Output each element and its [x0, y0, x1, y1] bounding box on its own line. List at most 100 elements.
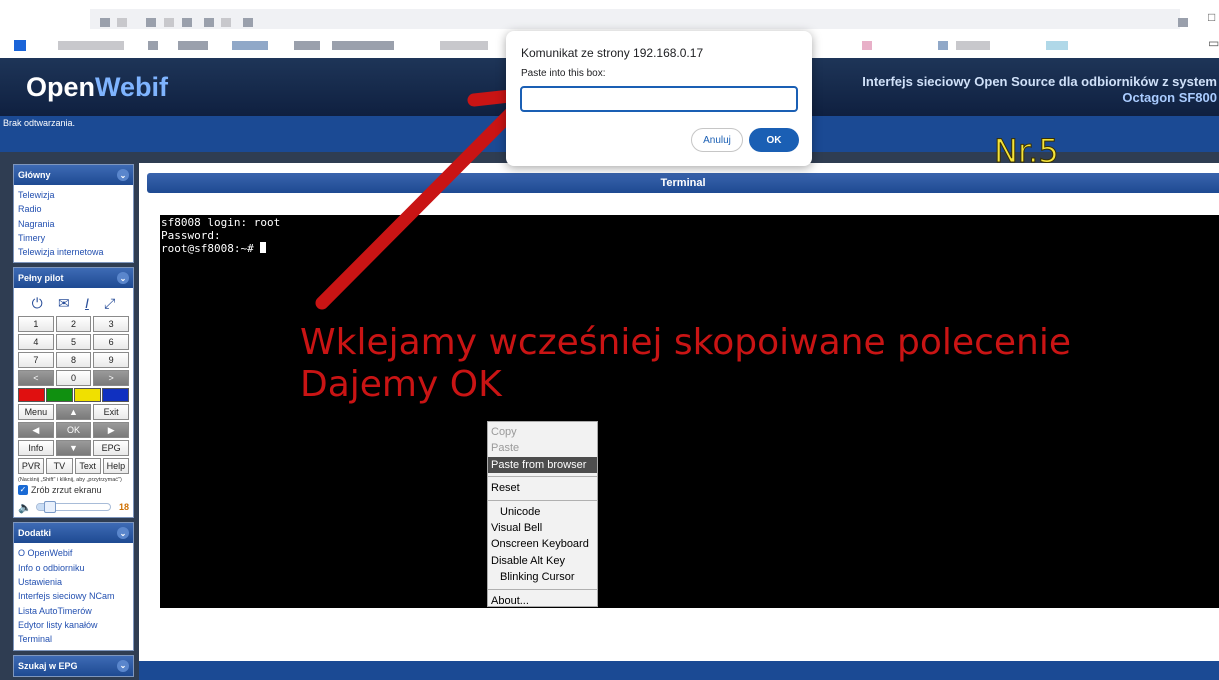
key-7[interactable]: 7: [18, 352, 54, 369]
speaker-icon[interactable]: 🔈: [18, 501, 32, 514]
logo-open: Open: [26, 72, 96, 102]
key-info[interactable]: Info: [18, 440, 54, 457]
paste-prompt-dialog: Komunikat ze strony 192.168.0.17 Paste i…: [506, 31, 812, 166]
window-control-icon[interactable]: □: [1208, 10, 1215, 24]
key-text[interactable]: Text: [74, 458, 101, 475]
volume-slider[interactable]: [35, 501, 111, 514]
sidebar-link-o-openwebif[interactable]: O OpenWebif: [18, 546, 129, 560]
text-cursor-icon[interactable]: I: [85, 295, 89, 312]
key-left[interactable]: ◀: [18, 422, 54, 439]
color-key[interactable]: [18, 388, 45, 403]
sidebar-link-interfejs-sieciowy-ncam[interactable]: Interfejs sieciowy NCam: [18, 589, 129, 603]
addon-links: O OpenWebif Info o odbiorniku Ustawienia In…: [14, 543, 133, 649]
volume-row: 🔈 18: [18, 500, 129, 514]
screenshot-root: □ ▭ OpenWebif Interfejs sieciowy Open So…: [0, 0, 1219, 680]
key-pvr[interactable]: PVR: [18, 458, 45, 475]
main-links: Telewizja Radio Nagrania Timery Telewizja in…: [14, 185, 133, 262]
paste-input[interactable]: [520, 86, 798, 112]
mail-icon[interactable]: ✉: [58, 295, 70, 312]
addons-panel-header[interactable]: Dodatki ⌄: [14, 523, 133, 544]
remote-panel-header[interactable]: Pełny pilot ⌄: [14, 268, 133, 289]
key-right[interactable]: ▶: [93, 422, 129, 439]
main-content: Terminal sf8008 login: root Password: ro…: [139, 163, 1219, 661]
cancel-button[interactable]: Anuluj: [691, 128, 743, 152]
key-2[interactable]: 2: [55, 316, 92, 333]
key-next[interactable]: >: [93, 370, 129, 387]
key-5[interactable]: 5: [55, 334, 92, 351]
ok-button[interactable]: OK: [749, 128, 799, 152]
color-key[interactable]: [102, 388, 129, 403]
main-panel-title: Główny: [18, 170, 51, 180]
menu-item-visual-bell[interactable]: Visual Bell: [488, 520, 597, 536]
browser-tab-strip: □: [0, 0, 1219, 32]
key-prev[interactable]: <: [18, 370, 54, 387]
sidebar-link-terminal[interactable]: Terminal: [18, 632, 129, 646]
openwebif-logo[interactable]: OpenWebif: [26, 72, 168, 103]
key-tv[interactable]: TV: [46, 458, 73, 475]
epg-panel-header[interactable]: Szukaj w EPG ⌄: [14, 655, 133, 676]
key-epg[interactable]: EPG: [93, 440, 129, 457]
color-key[interactable]: [74, 388, 101, 403]
key-3[interactable]: 3: [93, 316, 129, 333]
menu-item-paste[interactable]: Paste: [488, 440, 597, 456]
menu-item-about[interactable]: About...: [488, 593, 597, 609]
screenshot-checkbox-row[interactable]: ✓ Zrób zrzut ekranu: [18, 485, 129, 496]
key-6[interactable]: 6: [93, 334, 129, 351]
annotation-line: Wklejamy wcześniej skopoiwane polecenie: [300, 322, 1071, 363]
key-exit[interactable]: Exit: [93, 404, 129, 421]
number-keypad: 1 2 3 4 5 6 7 8 9 <0 >: [18, 316, 129, 387]
remote-body: ⏻ ✉ I ⤢ 1 2 3 4 5 6 7 8 9 <0 > Menu ▲ Exit ◀ OK ▶ Info ▼ E…: [14, 288, 133, 517]
key-4[interactable]: 4: [18, 334, 54, 351]
power-icon[interactable]: ⏻: [32, 295, 43, 312]
menu-item-copy[interactable]: Copy: [488, 424, 597, 440]
terminal-prompt: root@sf8008:~#: [161, 242, 261, 255]
menu-item-onscreen-keyboard[interactable]: Onscreen Keyboard: [488, 536, 597, 552]
color-key[interactable]: [46, 388, 73, 403]
sidebar-link-info-o-odbiorniku[interactable]: Info o odbiorniku: [18, 561, 129, 575]
chevron-down-icon[interactable]: ⌄: [117, 169, 129, 181]
folder-icon[interactable]: ▭: [1208, 36, 1219, 50]
menu-item-disable-alt-key[interactable]: Disable Alt Key: [488, 553, 597, 569]
key-0[interactable]: 0: [55, 370, 92, 387]
key-ok[interactable]: OK: [55, 422, 92, 439]
sidebar-link-nagrania[interactable]: Nagrania: [18, 217, 129, 231]
header-subtitle: Interfejs sieciowy Open Source dla odbio…: [862, 74, 1217, 89]
sidebar-link-timery[interactable]: Timery: [18, 231, 129, 245]
terminal-header: Terminal: [147, 173, 1219, 193]
remote-panel: Pełny pilot ⌄ ⏻ ✉ I ⤢ 1 2 3 4 5 6 7 8 9 <0 > Menu ▲…: [13, 267, 134, 519]
epg-panel: Szukaj w EPG ⌄: [13, 654, 134, 677]
key-8[interactable]: 8: [55, 352, 92, 369]
chevron-down-icon[interactable]: ⌄: [117, 527, 129, 540]
chevron-down-icon[interactable]: ⌄: [117, 272, 129, 285]
menu-item-unicode[interactable]: Unicode: [488, 504, 597, 520]
navigation-keypad: Menu ▲ Exit ◀ OK ▶ Info ▼ EPG: [18, 404, 129, 457]
function-keys: PVR TV Text Help: [18, 458, 129, 475]
screenshot-label: Zrób zrzut ekranu: [31, 485, 102, 496]
key-9[interactable]: 9: [93, 352, 129, 369]
key-down[interactable]: ▼: [55, 440, 92, 457]
sidebar: Główny ⌄ Telewizja Radio Nagrania Timery Tel…: [13, 164, 134, 680]
dialog-title: Komunikat ze strony 192.168.0.17: [521, 46, 704, 60]
step-number: Nr.5: [994, 132, 1060, 171]
sidebar-link-ustawienia[interactable]: Ustawienia: [18, 575, 129, 589]
volume-thumb[interactable]: [43, 501, 56, 514]
checkbox-checked-icon[interactable]: ✓: [18, 485, 28, 496]
key-1[interactable]: 1: [18, 316, 54, 333]
key-help[interactable]: Help: [102, 458, 129, 475]
key-up[interactable]: ▲: [55, 404, 92, 421]
menu-separator: [488, 476, 597, 478]
sidebar-link-telewizja[interactable]: Telewizja: [18, 188, 129, 202]
menu-separator: [488, 588, 597, 590]
menu-item-paste-from-browser[interactable]: Paste from browser: [488, 456, 597, 474]
sidebar-link-telewizja-internetowa[interactable]: Telewizja internetowa: [18, 245, 129, 259]
terminal-screen[interactable]: sf8008 login: root Password: root@sf8008…: [160, 215, 1219, 608]
main-panel-header[interactable]: Główny ⌄: [14, 165, 133, 185]
sidebar-link-lista-autotimerow[interactable]: Lista AutoTimerów: [18, 604, 129, 618]
chevron-down-icon[interactable]: ⌄: [117, 659, 129, 672]
menu-item-blinking-cursor[interactable]: Blinking Cursor: [488, 569, 597, 585]
sidebar-link-radio[interactable]: Radio: [18, 202, 129, 216]
fullscreen-icon[interactable]: ⤢: [104, 295, 115, 312]
key-menu[interactable]: Menu: [18, 404, 54, 421]
sidebar-link-edytor-listy-kanalow[interactable]: Edytor listy kanałów: [18, 618, 129, 632]
menu-item-reset[interactable]: Reset: [488, 480, 597, 496]
